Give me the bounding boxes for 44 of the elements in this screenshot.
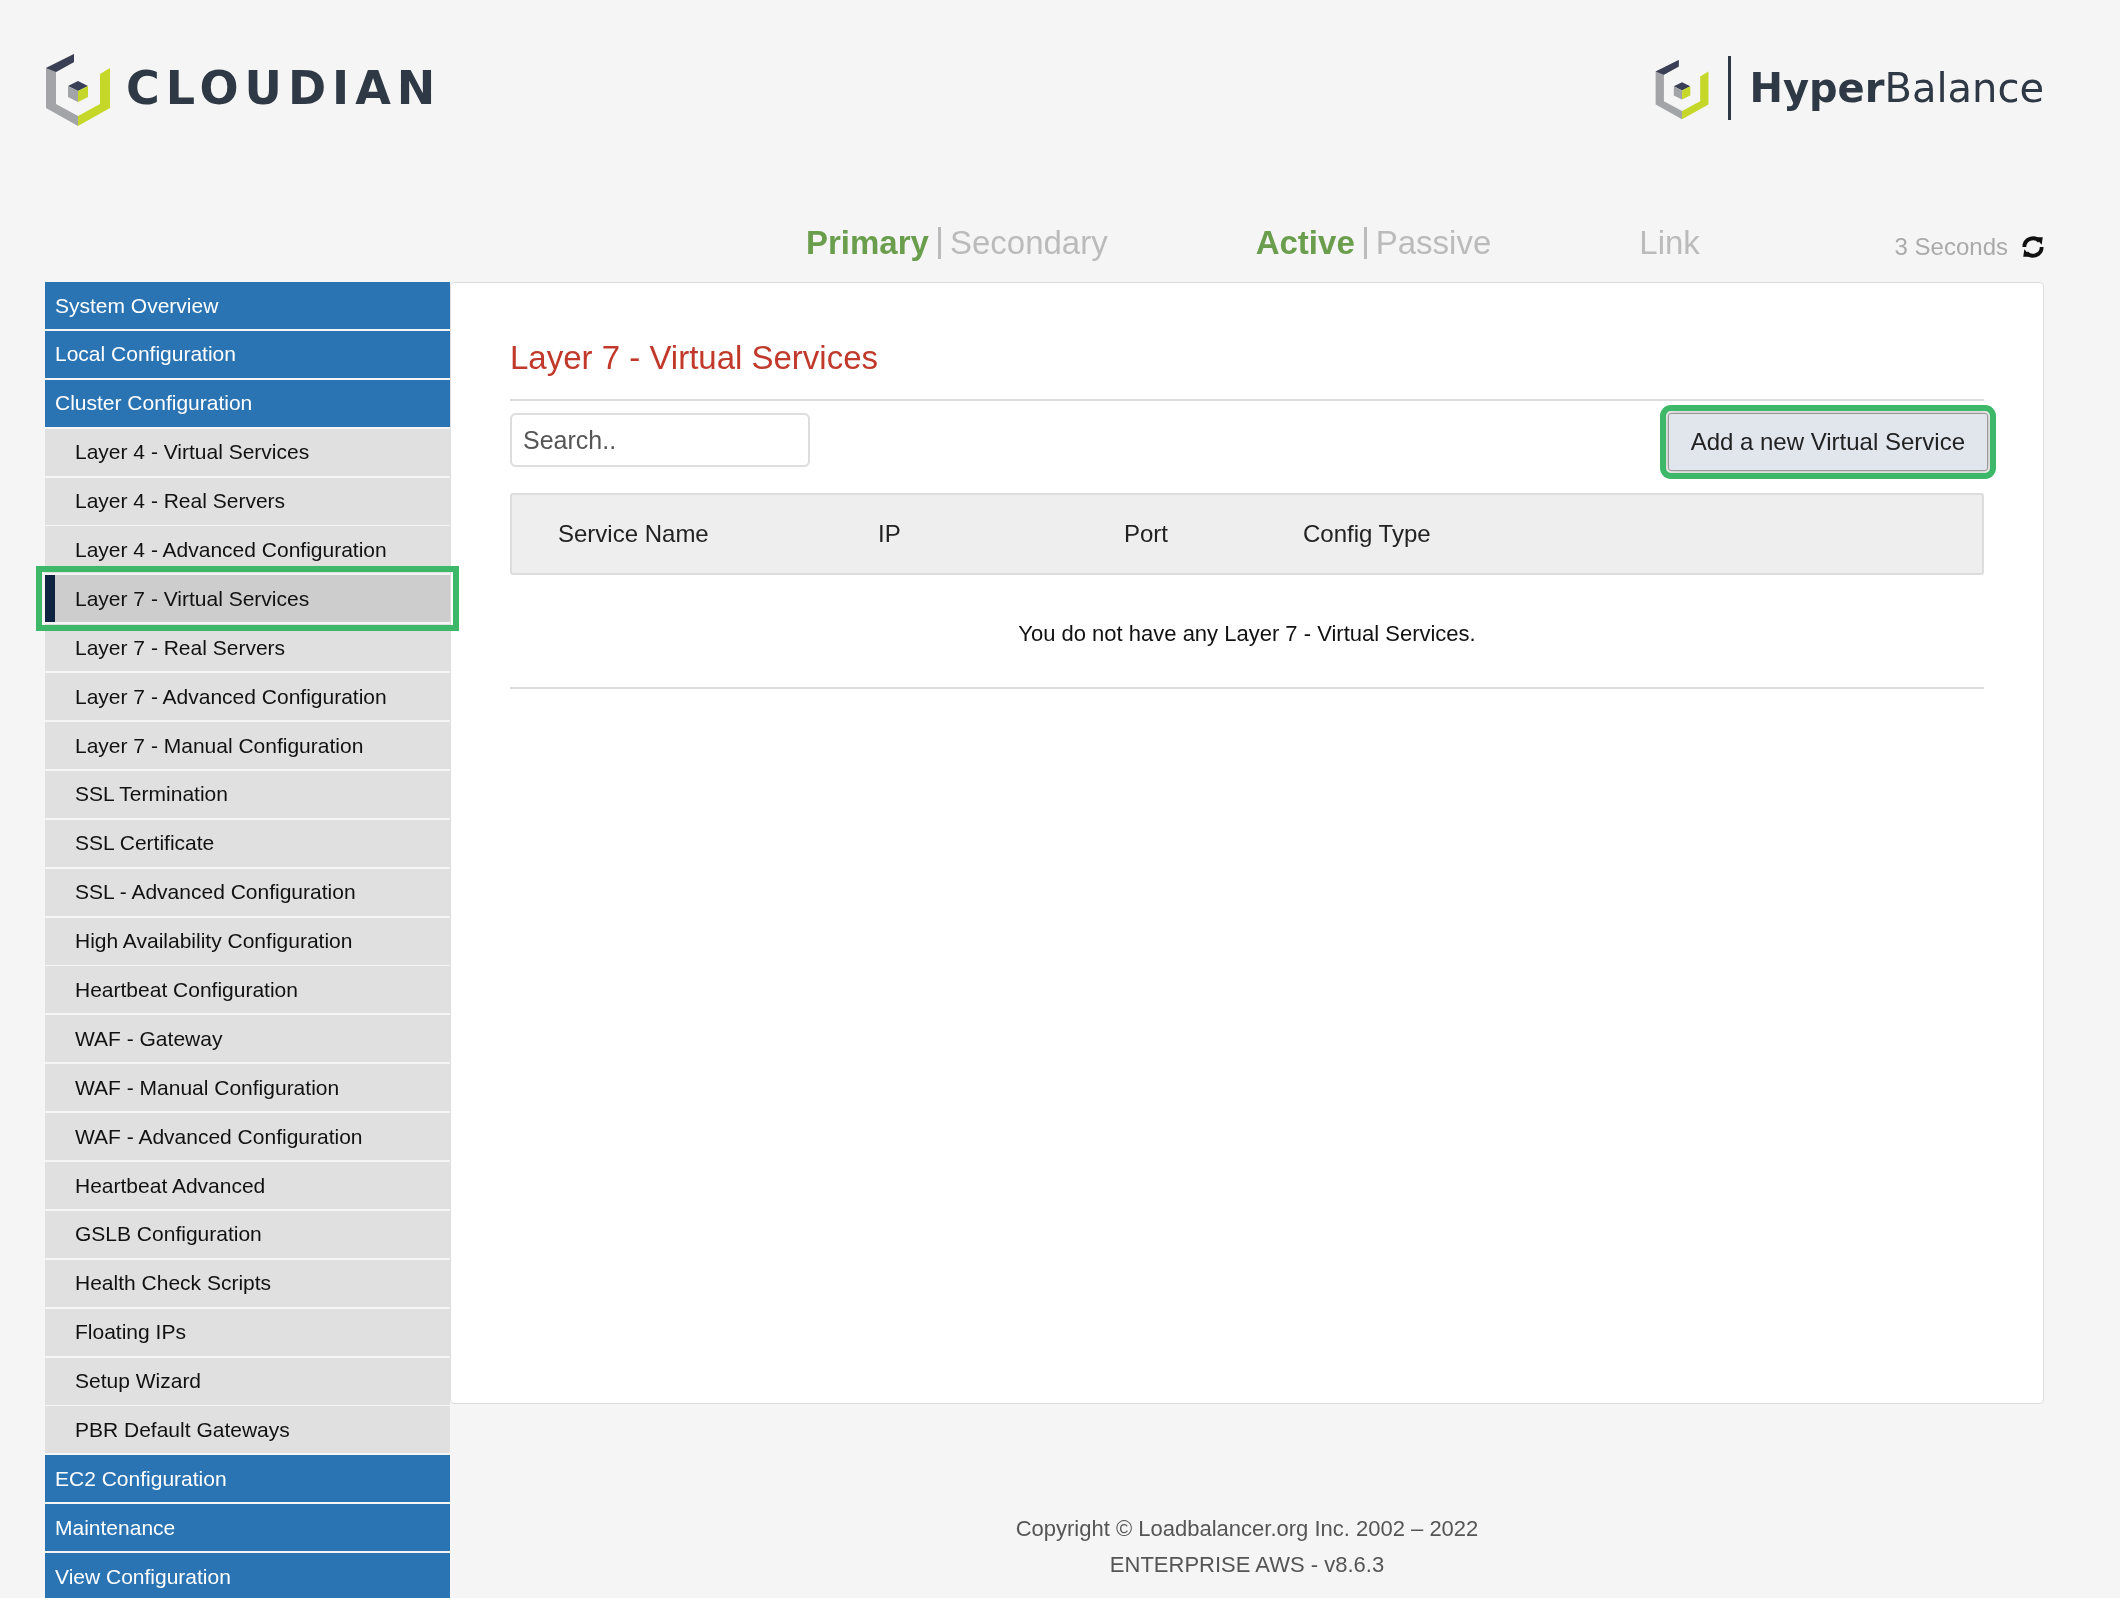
page-title: Layer 7 - Virtual Services bbox=[510, 339, 1984, 401]
sidebar-item[interactable]: Heartbeat Configuration bbox=[45, 966, 450, 1014]
sidebar-item[interactable]: GSLB Configuration bbox=[45, 1210, 450, 1258]
sidebar-item[interactable]: Layer 7 - Real Servers bbox=[45, 624, 450, 672]
sidebar-item[interactable]: Floating IPs bbox=[45, 1308, 450, 1356]
version-text: ENTERPRISE AWS - v8.6.3 bbox=[1109, 1552, 1385, 1578]
status-label: Secondary bbox=[949, 224, 1108, 262]
refresh-interval: 3 Seconds bbox=[1894, 233, 2008, 261]
column-header: IP bbox=[878, 520, 902, 548]
copyright-text: Copyright © Loadbalancer.org Inc. 2002 – 2022 bbox=[1015, 1516, 1479, 1542]
company-logo-text: CLOUDIAN bbox=[126, 61, 442, 115]
refresh-icon[interactable] bbox=[2020, 234, 2046, 260]
sidebar-item[interactable]: SSL Termination bbox=[45, 770, 450, 818]
sidebar-item[interactable]: Maintenance bbox=[45, 1504, 450, 1552]
status-label: Link bbox=[1639, 224, 1700, 262]
sidebar-item[interactable]: Layer 4 - Real Servers bbox=[45, 477, 450, 525]
status-label: Active bbox=[1255, 224, 1355, 262]
sidebar-item[interactable]: View Configuration bbox=[45, 1553, 450, 1598]
status-label: Passive bbox=[1375, 224, 1492, 262]
column-header: Port bbox=[1124, 520, 1169, 548]
sidebar-item[interactable]: WAF - Advanced Configuration bbox=[45, 1113, 450, 1161]
sidebar-item[interactable]: SSL - Advanced Configuration bbox=[45, 868, 450, 916]
product-logo-text: HyperBalance bbox=[1749, 65, 2044, 111]
sidebar-item[interactable]: Setup Wizard bbox=[45, 1357, 450, 1405]
sidebar-item[interactable]: System Overview bbox=[45, 282, 450, 329]
sidebar-item[interactable]: Heartbeat Advanced bbox=[45, 1162, 450, 1210]
sidebar-item[interactable]: Layer 7 - Manual Configuration bbox=[45, 722, 450, 769]
sidebar-item[interactable]: WAF - Manual Configuration bbox=[45, 1064, 450, 1112]
status-label: Primary bbox=[806, 224, 929, 262]
sidebar-item[interactable]: SSL Certificate bbox=[45, 819, 450, 867]
sidebar-item[interactable]: Layer 4 - Virtual Services bbox=[45, 428, 450, 476]
sidebar-item[interactable]: Layer 7 - Advanced Configuration bbox=[45, 673, 450, 721]
search-field[interactable]: Search.. bbox=[510, 413, 810, 467]
sidebar-item[interactable]: Cluster Configuration bbox=[45, 379, 450, 427]
sidebar-item[interactable]: Local Configuration bbox=[45, 330, 450, 378]
column-header: Config Type bbox=[1303, 520, 1432, 548]
column-header: Service Name bbox=[558, 520, 710, 548]
sidebar-item[interactable]: High Availability Configuration bbox=[45, 917, 450, 965]
sidebar-item[interactable]: Health Check Scripts bbox=[45, 1259, 450, 1307]
sidebar-item[interactable]: EC2 Configuration bbox=[45, 1455, 450, 1503]
sidebar-item[interactable]: WAF - Gateway bbox=[45, 1015, 450, 1063]
sidebar-item[interactable]: PBR Default Gateways bbox=[45, 1406, 450, 1454]
empty-table-message: You do not have any Layer 7 - Virtual Services. bbox=[510, 575, 1984, 689]
sidebar-item[interactable]: Layer 4 - Advanced Configuration bbox=[45, 526, 450, 574]
